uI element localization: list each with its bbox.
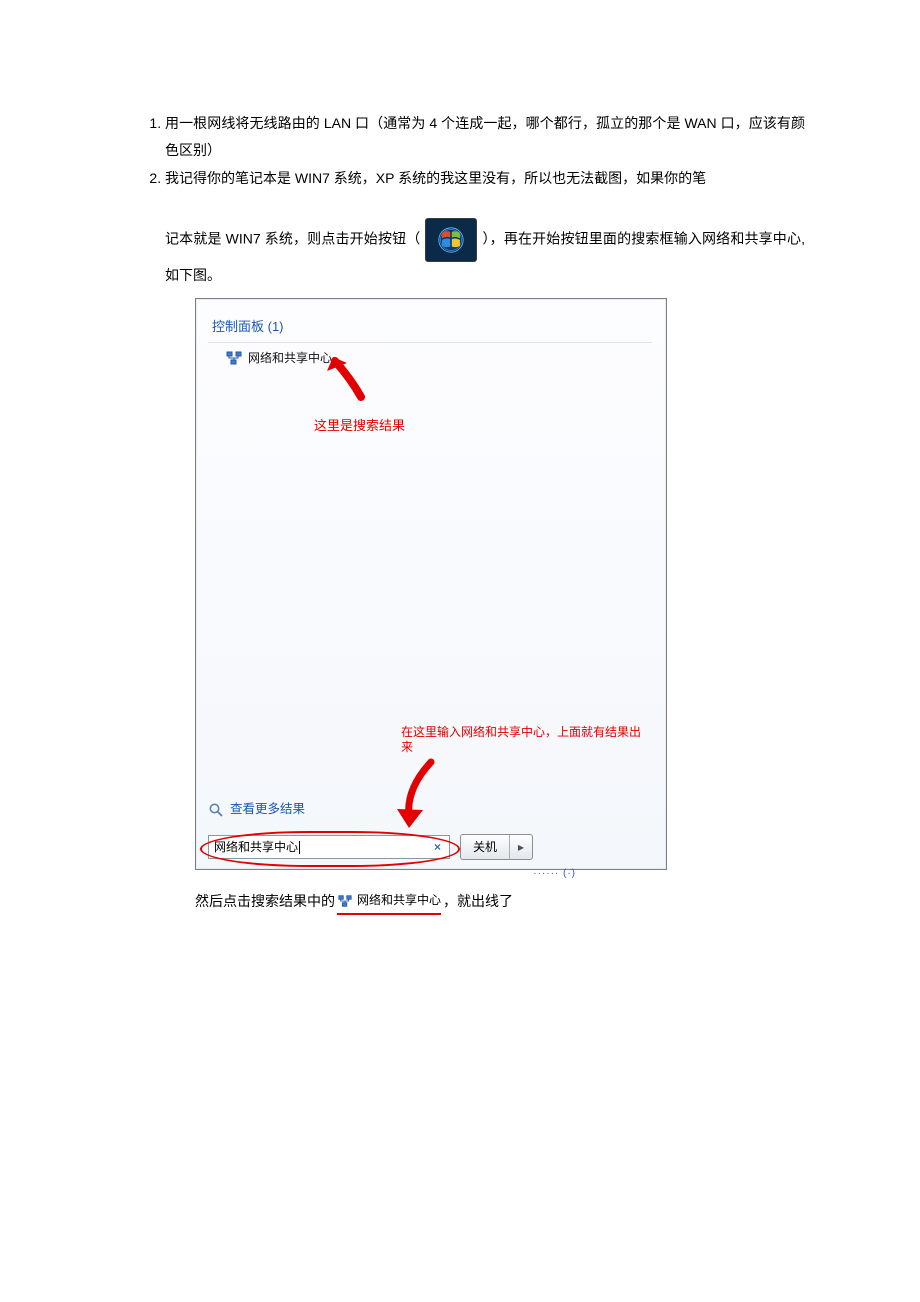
search-result-item[interactable]: 网络和共享中心 — [208, 343, 652, 374]
see-more-results[interactable]: 查看更多结果 — [208, 798, 305, 822]
start-menu-body: 控制面板 (1) 网络和共享中心 — [196, 299, 666, 869]
list-item-1: 用一根网线将无线路由的 LAN 口（通常为 4 个连成一起，哪个都行，孤立的那个… — [165, 110, 805, 163]
truncated-hint: ······ (·) — [533, 864, 576, 883]
inline-result-label: 网络和共享中心 — [357, 889, 441, 912]
after-after-text: ，就出线了 — [443, 888, 513, 915]
magnifier-icon — [208, 802, 224, 818]
list-item-2-before-icon: 记本就是 WIN7 系统，则点击开始按钮（ — [165, 230, 420, 246]
network-sharing-icon — [226, 350, 242, 366]
network-sharing-icon — [337, 894, 353, 908]
list-item-1-text: 用一根网线将无线路由的 LAN 口（通常为 4 个连成一起，哪个都行，孤立的那个… — [165, 115, 805, 158]
start-menu-search-bar: 网络和共享中心 × 关机 ▸ — [208, 834, 656, 860]
instruction-list: 用一根网线将无线路由的 LAN 口（通常为 4 个连成一起，哪个都行，孤立的那个… — [135, 110, 805, 915]
inline-result-chip: 网络和共享中心 — [337, 889, 441, 915]
chevron-right-icon: ▸ — [518, 836, 524, 859]
windows-logo-icon — [438, 227, 464, 253]
list-item-2: 我记得你的笔记本是 WIN7 系统，XP 系统的我这里没有，所以也无法截图，如果… — [165, 165, 805, 915]
group-header-control-panel: 控制面板 (1) — [208, 313, 652, 343]
clear-search-icon[interactable]: × — [431, 836, 444, 859]
annotation-top: 这里是搜索结果 — [314, 414, 405, 439]
search-result-label: 网络和共享中心 — [248, 347, 332, 370]
document-page: 用一根网线将无线路由的 LAN 口（通常为 4 个连成一起，哪个都行，孤立的那个… — [0, 0, 920, 957]
start-menu-search-input[interactable]: 网络和共享中心 × — [208, 835, 450, 859]
shutdown-label: 关机 — [461, 835, 509, 859]
search-input-value: 网络和共享中心 — [214, 836, 298, 859]
red-arrow-mid-icon — [391, 754, 451, 834]
annotation-mid: 在这里输入网络和共享中心，上面就有结果出来 — [401, 725, 641, 755]
start-menu-screenshot: 控制面板 (1) 网络和共享中心 — [195, 298, 667, 870]
shutdown-button[interactable]: 关机 ▸ — [460, 834, 533, 860]
after-before-text: 然后点击搜索结果中的 — [195, 888, 335, 915]
follow-up-line: 然后点击搜索结果中的 网络和共享中心 ，就出线了 — [195, 888, 805, 915]
see-more-results-label: 查看更多结果 — [230, 798, 305, 822]
shutdown-options-arrow[interactable]: ▸ — [509, 835, 532, 859]
list-item-2-line1: 我记得你的笔记本是 WIN7 系统，XP 系统的我这里没有，所以也无法截图，如果… — [165, 170, 706, 186]
windows-start-orb-icon — [425, 218, 477, 262]
